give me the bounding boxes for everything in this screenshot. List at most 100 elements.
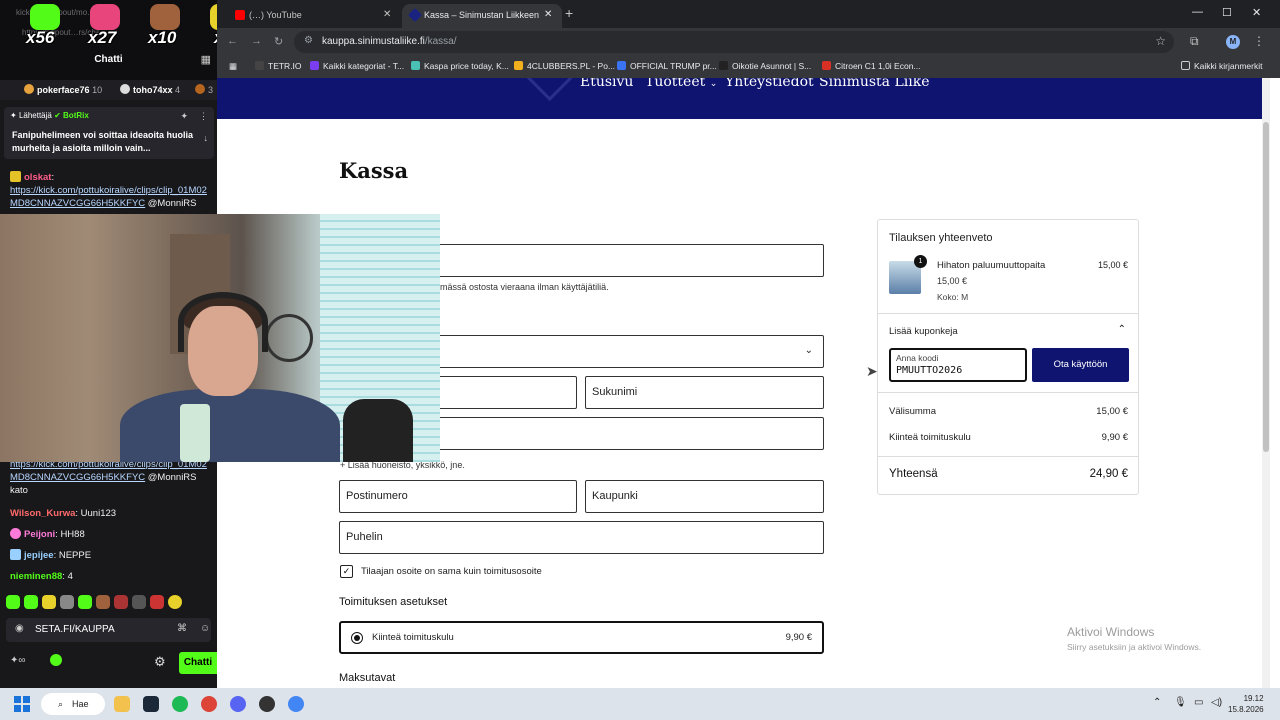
bookmark-item[interactable]: Kaspa price today, K...: [411, 61, 509, 71]
nav-about[interactable]: Sinimusta Liike: [819, 78, 929, 90]
chat-message: jepijee: NEPPE: [10, 549, 210, 562]
bookmark-favicon-icon: [411, 61, 420, 70]
bookmark-star-icon[interactable]: ☆: [1155, 34, 1166, 48]
apps-icon[interactable]: ▦: [229, 61, 237, 72]
leader-item[interactable]: pokerface76 10: [24, 84, 102, 95]
emoji-icon[interactable]: ☺: [200, 623, 210, 634]
chat-settings-icon[interactable]: ▦: [201, 53, 211, 66]
gift-icon: [120, 84, 130, 94]
emote-icon[interactable]: [24, 595, 38, 609]
postcode-field[interactable]: Postinumero: [339, 480, 577, 513]
chevron-down-icon: ⌄: [804, 345, 813, 356]
system-clock[interactable]: 19.12 15.8.2026: [1228, 693, 1264, 715]
nav-products[interactable]: Tuotteet ⌄: [645, 78, 717, 90]
emote-icon[interactable]: [96, 595, 110, 609]
minimize-icon[interactable]: —: [1192, 6, 1203, 18]
discord-icon[interactable]: [230, 696, 246, 712]
profile-avatar[interactable]: M: [1226, 35, 1240, 49]
volume-icon[interactable]: ◁): [1211, 697, 1222, 708]
send-chat-button[interactable]: Chatti: [179, 652, 217, 674]
close-tab-icon[interactable]: ✕: [544, 9, 552, 20]
search-icon: ⌕: [58, 699, 64, 709]
site-info-icon[interactable]: ⚙: [304, 35, 313, 46]
nav-contact[interactable]: Yhteystiedot: [725, 78, 814, 90]
leader-item[interactable]: 3: [195, 84, 213, 95]
tab-youtube[interactable]: (…) YouTube ✕: [227, 4, 395, 28]
chevron-down-icon: ⌄: [709, 79, 718, 89]
forward-icon[interactable]: →: [251, 35, 262, 47]
youtube-icon: [235, 10, 245, 20]
maximize-icon[interactable]: ☐: [1222, 6, 1232, 19]
bookmark-item[interactable]: Citroen C1 1,0i Econ...: [822, 61, 921, 71]
pinned-message[interactable]: ✦ Lähettäjä ✔ BotRix ✦ ⋮ ↓ Fanipuhelimee…: [4, 107, 214, 159]
quantity-badge: 1: [914, 255, 927, 268]
network-icon[interactable]: ▭: [1194, 697, 1203, 708]
tray-chevron-up-icon[interactable]: ⌃: [1153, 697, 1161, 708]
pin-icon: ✦: [10, 111, 17, 120]
emote-icon[interactable]: [150, 595, 164, 609]
command-icon[interactable]: ⌘: [177, 623, 187, 634]
nav-home[interactable]: Etusivu: [580, 78, 633, 90]
bookmarks-bar: ▦ TETR.IO Kaikki kategoriat - T... Kaspa…: [217, 56, 1280, 78]
reload-icon[interactable]: ↻: [274, 35, 283, 48]
points-icon[interactable]: ✦∞: [10, 655, 26, 666]
all-bookmarks[interactable]: Kaikki kirjanmerkit: [1181, 61, 1263, 71]
emote-icon[interactable]: [168, 595, 182, 609]
emote-row: [6, 595, 211, 611]
close-window-icon[interactable]: ✕: [1252, 6, 1261, 19]
chat-title: Chatti: [94, 54, 123, 65]
divider: [878, 392, 1138, 393]
city-field[interactable]: Kaupunki: [585, 480, 824, 513]
shipping-radio[interactable]: [351, 632, 363, 644]
kick-icon[interactable]: [50, 654, 62, 666]
file-explorer-icon[interactable]: [114, 696, 130, 712]
scrollbar-thumb[interactable]: [1263, 122, 1269, 452]
badge-icon: [10, 528, 21, 539]
bookmark-item[interactable]: 4CLUBBERS.PL - Po...: [514, 61, 615, 71]
chrome-icon[interactable]: [201, 696, 217, 712]
extensions-icon[interactable]: ⧉: [1190, 34, 1199, 49]
windows-start-icon[interactable]: [14, 696, 30, 712]
gear-icon[interactable]: ⚙: [154, 654, 166, 670]
tab-kassa[interactable]: Kassa – Sinimustan Liikkeen ve ✕: [402, 4, 562, 28]
emote-icon[interactable]: [60, 595, 74, 609]
lastname-field[interactable]: Sukunimi: [585, 376, 824, 409]
bookmark-item[interactable]: TETR.IO: [255, 61, 302, 71]
order-summary: Tilauksen yhteenveto 1 Hihaton paluumuut…: [877, 219, 1139, 495]
emote-icon[interactable]: [42, 595, 56, 609]
emote-icon[interactable]: [132, 595, 146, 609]
more-icon[interactable]: ⋮: [199, 111, 208, 122]
same-address-checkbox[interactable]: ✓: [340, 565, 353, 578]
back-icon[interactable]: ←: [227, 35, 238, 47]
steam-icon[interactable]: [143, 696, 159, 712]
emote-icon[interactable]: [6, 595, 20, 609]
chevron-up-icon[interactable]: ⌃: [1118, 324, 1126, 335]
obs-icon[interactable]: [259, 696, 275, 712]
close-tab-icon[interactable]: ✕: [383, 9, 391, 20]
phone-field[interactable]: Puhelin: [339, 521, 824, 554]
coupon-toggle[interactable]: Lisää kuponkeja: [889, 326, 958, 337]
shipping-option[interactable]: Kiinteä toimituskulu 9,90 €: [339, 621, 824, 654]
taskbar-search[interactable]: ⌕ Hae: [41, 693, 105, 715]
emote-icon[interactable]: [78, 595, 92, 609]
bookmark-item[interactable]: OFFICIAL TRUMP pr...: [617, 61, 717, 71]
expand-icon[interactable]: ↓: [204, 133, 209, 143]
chrome-icon[interactable]: [288, 696, 304, 712]
bookmark-item[interactable]: Oikotie Asunnot | S...: [719, 61, 811, 71]
new-tab-button[interactable]: +: [565, 5, 573, 21]
payment-title: Maksutavat: [339, 672, 396, 684]
leader-item[interactable]: toho74xx 4: [120, 84, 180, 95]
spotify-icon[interactable]: [172, 696, 188, 712]
chat-input[interactable]: ◉ SETA.FI/KAUPPA ⌘ ☺: [6, 618, 211, 642]
pin-icon[interactable]: ✦: [180, 111, 188, 122]
menu-icon[interactable]: ⋮: [1253, 34, 1265, 48]
emote-icon[interactable]: [114, 595, 128, 609]
apply-coupon-button[interactable]: Ota käyttöön: [1032, 348, 1129, 382]
chat-message: olskat: https://kick.com/pottukoiralive/…: [10, 171, 207, 209]
site-logo[interactable]: [515, 78, 573, 102]
microphone-icon[interactable]: 🎙: [1174, 697, 1187, 708]
page-scrollbar[interactable]: [1262, 78, 1270, 688]
url-input[interactable]: ⚙ kauppa.sinimustaliike.fi/kassa/ ☆: [294, 31, 1174, 53]
bookmark-item[interactable]: Kaikki kategoriat - T...: [310, 61, 404, 71]
coupon-input[interactable]: Anna koodi PMUUTTO2026: [889, 348, 1027, 382]
